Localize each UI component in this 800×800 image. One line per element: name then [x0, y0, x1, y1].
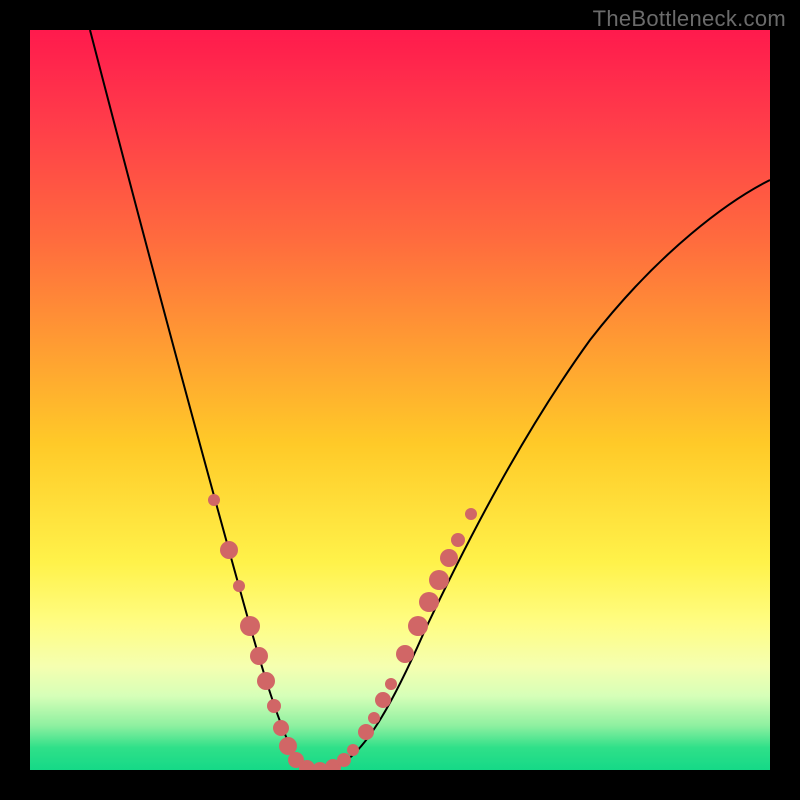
bottleneck-curve [90, 30, 770, 770]
curve-marker [337, 753, 351, 767]
curve-marker [240, 616, 260, 636]
curve-marker [429, 570, 449, 590]
curve-marker [233, 580, 245, 592]
curve-marker [267, 699, 281, 713]
curve-marker [368, 712, 380, 724]
chart-frame: TheBottleneck.com [0, 0, 800, 800]
curve-marker [208, 494, 220, 506]
curve-marker [408, 616, 428, 636]
curve-marker [375, 692, 391, 708]
curve-marker [358, 724, 374, 740]
chart-svg [30, 30, 770, 770]
curve-marker [347, 744, 359, 756]
curve-marker [451, 533, 465, 547]
curve-marker [250, 647, 268, 665]
curve-marker [419, 592, 439, 612]
curve-marker [385, 678, 397, 690]
curve-marker [220, 541, 238, 559]
watermark-text: TheBottleneck.com [593, 6, 786, 32]
curve-marker [465, 508, 477, 520]
plot-area [30, 30, 770, 770]
curve-marker [396, 645, 414, 663]
curve-marker [440, 549, 458, 567]
marker-group [208, 494, 477, 770]
curve-marker [273, 720, 289, 736]
curve-marker [257, 672, 275, 690]
